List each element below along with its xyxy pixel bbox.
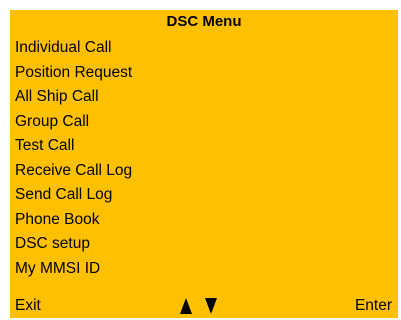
menu-item-group-call[interactable]: Group Call [15, 110, 132, 135]
enter-softkey[interactable]: Enter [355, 294, 392, 318]
menu-item-individual-call[interactable]: Individual Call [15, 36, 132, 61]
dsc-menu-screen: DSC Menu Individual Call Position Reques… [10, 10, 398, 318]
menu-item-all-ship-call[interactable]: All Ship Call [15, 85, 132, 110]
menu-item-phone-book[interactable]: Phone Book [15, 208, 132, 233]
menu-item-position-request[interactable]: Position Request [15, 61, 132, 86]
menu-item-my-mmsi-id[interactable]: My MMSI ID [15, 257, 132, 282]
triangle-up-icon[interactable] [180, 298, 192, 314]
triangle-down-icon[interactable] [205, 298, 217, 314]
menu-item-send-call-log[interactable]: Send Call Log [15, 183, 132, 208]
menu-item-receive-call-log[interactable]: Receive Call Log [15, 159, 132, 184]
exit-softkey[interactable]: Exit [15, 294, 41, 318]
menu-item-dsc-setup[interactable]: DSC setup [15, 232, 132, 257]
menu-list: Individual Call Position Request All Shi… [15, 36, 132, 281]
menu-title: DSC Menu [166, 13, 242, 30]
softkey-bar: Exit Enter [10, 294, 398, 318]
menu-item-test-call[interactable]: Test Call [15, 134, 132, 159]
